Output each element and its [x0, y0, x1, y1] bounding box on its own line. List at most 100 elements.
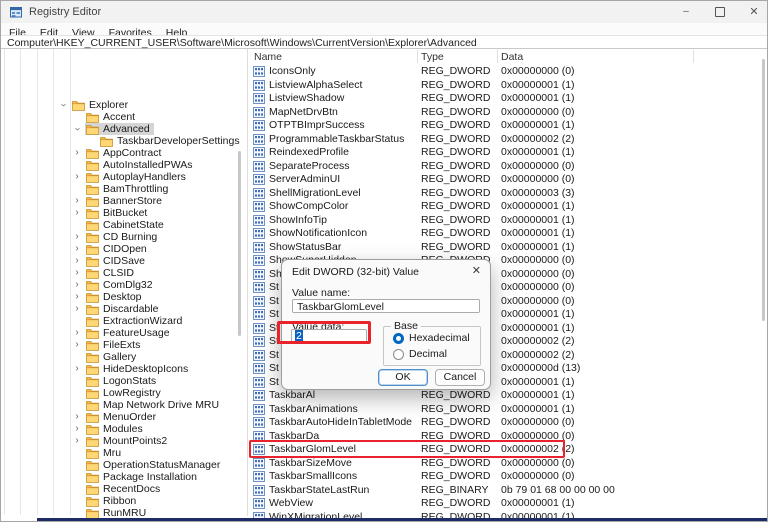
column-header-name[interactable]: Name	[254, 51, 282, 63]
column-header-data[interactable]: Data	[501, 51, 523, 63]
tree-item-recentdocs[interactable]: RecentDocs	[1, 483, 245, 495]
registry-value-row-programmabletaskbarstatus[interactable]: ProgrammableTaskbarStatusREG_DWORD0x0000…	[247, 133, 762, 147]
tree-item-modules[interactable]: ›Modules	[1, 423, 245, 435]
minimize-icon[interactable]: –	[673, 4, 699, 20]
registry-value-row-serveradminui[interactable]: ServerAdminUIREG_DWORD0x00000000 (0)	[247, 173, 762, 187]
tree-item-desktop[interactable]: ›Desktop	[1, 291, 245, 303]
registry-value-row-listviewalphaselect[interactable]: ListviewAlphaSelectREG_DWORD0x00000001 (…	[247, 79, 762, 93]
value-name-field[interactable]: TaskbarGlomLevel	[292, 299, 480, 313]
registry-value-row-taskbarstatelastrun[interactable]: TaskbarStateLastRunREG_BINARY0b 79 01 68…	[247, 484, 762, 498]
list-scrollbar-thumb[interactable]	[762, 59, 765, 321]
registry-value-row-separateprocess[interactable]: SeparateProcessREG_DWORD0x00000000 (0)	[247, 160, 762, 174]
chevron-right-icon[interactable]: ›	[71, 231, 83, 243]
chevron-down-icon[interactable]: ›	[71, 123, 83, 135]
tree-item-advanced[interactable]: ›Advanced	[1, 123, 245, 135]
chevron-right-icon[interactable]: ›	[71, 243, 83, 255]
chevron-right-icon[interactable]: ›	[71, 291, 83, 303]
tree-item-map-network-drive-mru[interactable]: Map Network Drive MRU	[1, 399, 245, 411]
ok-button[interactable]: OK	[378, 369, 428, 386]
registry-value-row-shownotificationicon[interactable]: ShowNotificationIconREG_DWORD0x00000001 …	[247, 227, 762, 241]
radio-unselected-icon[interactable]	[393, 349, 404, 360]
base-group-label: Base	[391, 320, 421, 332]
tree-item-featureusage[interactable]: ›FeatureUsage	[1, 327, 245, 339]
tree-item-autoinstalledpwas[interactable]: AutoInstalledPWAs	[1, 159, 245, 171]
value-type: REG_DWORD	[421, 79, 490, 93]
chevron-right-icon[interactable]: ›	[71, 171, 83, 183]
registry-value-row-webview[interactable]: WebViewREG_DWORD0x00000001 (1)	[247, 497, 762, 511]
tree-item-mountpoints2[interactable]: ›MountPoints2	[1, 435, 245, 447]
registry-value-row-taskbaranimations[interactable]: TaskbarAnimationsREG_DWORD0x00000001 (1)	[247, 403, 762, 417]
registry-value-row-shellmigrationlevel[interactable]: ShellMigrationLevelREG_DWORD0x00000003 (…	[247, 187, 762, 201]
column-divider[interactable]	[497, 50, 498, 63]
column-divider[interactable]	[417, 50, 418, 63]
radio-selected-icon[interactable]	[393, 333, 404, 344]
chevron-right-icon[interactable]: ›	[71, 435, 83, 447]
chevron-right-icon[interactable]: ›	[71, 411, 83, 423]
tree-item-comdlg32[interactable]: ›ComDlg32	[1, 279, 245, 291]
chevron-right-icon[interactable]: ›	[71, 267, 83, 279]
close-icon[interactable]: ✕	[741, 4, 767, 20]
value-type: REG_DWORD	[421, 173, 490, 187]
registry-value-row-mapnetdrvbtn[interactable]: MapNetDrvBtnREG_DWORD0x00000000 (0)	[247, 106, 762, 120]
tree-item-bannerstore[interactable]: ›BannerStore	[1, 195, 245, 207]
panel-divider[interactable]	[247, 49, 248, 516]
tree-item-bamthrottling[interactable]: BamThrottling	[1, 183, 245, 195]
column-header-type[interactable]: Type	[421, 51, 444, 63]
chevron-right-icon[interactable]: ›	[71, 279, 83, 291]
registry-value-row-taskbarautohideintabletmode[interactable]: TaskbarAutoHideInTabletModeREG_DWORD0x00…	[247, 416, 762, 430]
window-titlebar[interactable]: Registry Editor – ✕	[1, 1, 767, 23]
tree-item-autoplayhandlers[interactable]: ›AutoplayHandlers	[1, 171, 245, 183]
tree-item-mru[interactable]: Mru	[1, 447, 245, 459]
tree-item-appcontract[interactable]: ›AppContract	[1, 147, 245, 159]
chevron-right-icon[interactable]: ›	[71, 363, 83, 375]
dialog-close-icon[interactable]: ✕	[472, 264, 481, 277]
tree-item-hidedesktopicons[interactable]: ›HideDesktopIcons	[1, 363, 245, 375]
address-bar[interactable]: Computer\HKEY_CURRENT_USER\Software\Micr…	[1, 35, 767, 49]
registry-value-row-taskbaral[interactable]: TaskbarAlREG_DWORD0x00000001 (1)	[247, 389, 762, 403]
cancel-button[interactable]: Cancel	[435, 369, 485, 386]
tree-item-clsid[interactable]: ›CLSID	[1, 267, 245, 279]
tree-item-cidopen[interactable]: ›CIDOpen	[1, 243, 245, 255]
registry-value-row-listviewshadow[interactable]: ListviewShadowREG_DWORD0x00000001 (1)	[247, 92, 762, 106]
registry-value-row-taskbarsmallicons[interactable]: TaskbarSmallIconsREG_DWORD0x00000000 (0)	[247, 470, 762, 484]
registry-value-row-showinfotip[interactable]: ShowInfoTipREG_DWORD0x00000001 (1)	[247, 214, 762, 228]
tree-item-cidsave[interactable]: ›CIDSave	[1, 255, 245, 267]
radio-hexadecimal[interactable]: Hexadecimal	[393, 332, 470, 344]
tree-item-cd-burning[interactable]: ›CD Burning	[1, 231, 245, 243]
chevron-right-icon[interactable]: ›	[71, 255, 83, 267]
tree-item-gallery[interactable]: Gallery	[1, 351, 245, 363]
tree-item-taskbardevelopersettings[interactable]: TaskbarDeveloperSettings	[1, 135, 245, 147]
tree-item-fileexts[interactable]: ›FileExts	[1, 339, 245, 351]
tree-item-menuorder[interactable]: ›MenuOrder	[1, 411, 245, 423]
value-name-label: Value name:	[292, 287, 350, 299]
radio-decimal[interactable]: Decimal	[393, 348, 447, 360]
column-divider[interactable]	[693, 50, 694, 63]
registry-value-row-otptbimprsuccess[interactable]: OTPTBImprSuccessREG_DWORD0x00000001 (1)	[247, 119, 762, 133]
registry-value-row-reindexedprofile[interactable]: ReindexedProfileREG_DWORD0x00000001 (1)	[247, 146, 762, 160]
chevron-right-icon[interactable]: ›	[71, 195, 83, 207]
tree-item-package-installation[interactable]: Package Installation	[1, 471, 245, 483]
tree-item-accent[interactable]: Accent	[1, 111, 245, 123]
tree-item-cabinetstate[interactable]: CabinetState	[1, 219, 245, 231]
tree-item-discardable[interactable]: ›Discardable	[1, 303, 245, 315]
tree-item-bitbucket[interactable]: ›BitBucket	[1, 207, 245, 219]
tree-item-explorer[interactable]: ›Explorer	[1, 99, 245, 111]
chevron-right-icon[interactable]: ›	[71, 327, 83, 339]
chevron-right-icon[interactable]: ›	[71, 339, 83, 351]
chevron-right-icon[interactable]: ›	[71, 303, 83, 315]
tree-item-lowregistry[interactable]: LowRegistry	[1, 387, 245, 399]
registry-value-row-showstatusbar[interactable]: ShowStatusBarREG_DWORD0x00000001 (1)	[247, 241, 762, 255]
registry-value-row-showcompcolor[interactable]: ShowCompColorREG_DWORD0x00000001 (1)	[247, 200, 762, 214]
chevron-right-icon[interactable]: ›	[71, 147, 83, 159]
chevron-right-icon[interactable]: ›	[71, 207, 83, 219]
registry-value-row-taskbarsizemove[interactable]: TaskbarSizeMoveREG_DWORD0x00000000 (0)	[247, 457, 762, 471]
tree-scrollbar-thumb[interactable]	[238, 151, 241, 336]
chevron-down-icon[interactable]: ›	[57, 99, 69, 111]
maximize-icon[interactable]	[707, 4, 733, 20]
registry-value-row-iconsonly[interactable]: IconsOnlyREG_DWORD0x00000000 (0)	[247, 65, 762, 79]
tree-item-ribbon[interactable]: Ribbon	[1, 495, 245, 507]
tree-item-extractionwizard[interactable]: ExtractionWizard	[1, 315, 245, 327]
tree-item-logonstats[interactable]: LogonStats	[1, 375, 245, 387]
tree-item-operationstatusmanager[interactable]: OperationStatusManager	[1, 459, 245, 471]
chevron-right-icon[interactable]: ›	[71, 423, 83, 435]
